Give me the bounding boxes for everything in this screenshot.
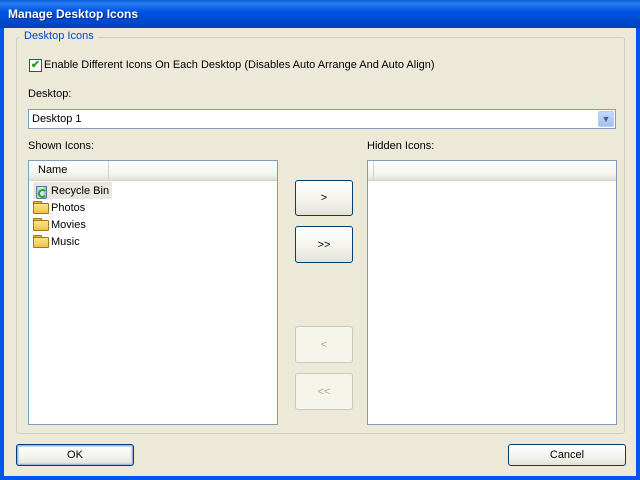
list-item[interactable]: Movies: [33, 216, 89, 233]
enable-different-icons-label[interactable]: Enable Different Icons On Each Desktop (…: [44, 59, 435, 71]
folder-icon: [33, 235, 49, 248]
hidden-icons-label: Hidden Icons:: [367, 140, 435, 152]
chevron-down-icon[interactable]: ▼: [598, 111, 614, 127]
title-bar[interactable]: Manage Desktop Icons: [0, 0, 640, 28]
window-frame-bottom: [0, 476, 640, 480]
list-item-label: Movies: [51, 218, 86, 231]
shown-icons-label: Shown Icons:: [28, 140, 95, 152]
column-header-name[interactable]: Name: [29, 161, 109, 180]
list-item[interactable]: Music: [33, 233, 83, 250]
move-all-left-button[interactable]: <<: [295, 373, 353, 410]
cancel-button[interactable]: Cancel: [508, 444, 626, 466]
recycle-bin-icon: [33, 183, 49, 199]
folder-icon: [33, 218, 49, 231]
enable-different-icons-checkbox[interactable]: ✔: [29, 59, 42, 72]
shown-icons-list[interactable]: Name Recycle Bin Photos Movies Music: [28, 160, 278, 425]
list-item-label: Music: [51, 235, 80, 248]
move-all-right-button[interactable]: >>: [295, 226, 353, 263]
list-item[interactable]: Recycle Bin: [33, 182, 113, 199]
window-frame-left: [0, 28, 4, 480]
ok-button[interactable]: OK: [16, 444, 134, 466]
column-header-empty[interactable]: [368, 161, 374, 180]
checkmark-icon: ✔: [30, 59, 41, 71]
hidden-icons-list[interactable]: [367, 160, 617, 425]
list-header: Name: [29, 161, 277, 181]
window-frame-right: [636, 28, 640, 480]
move-left-button[interactable]: <: [295, 326, 353, 363]
desktop-select[interactable]: Desktop 1 ▼: [28, 109, 616, 129]
desktop-select-value: Desktop 1: [32, 113, 82, 125]
list-item-label: Photos: [51, 201, 86, 214]
window-title: Manage Desktop Icons: [8, 7, 139, 21]
list-header: [368, 161, 616, 181]
folder-icon: [33, 201, 49, 214]
list-item-label: Recycle Bin: [51, 184, 110, 197]
list-item[interactable]: Photos: [33, 199, 88, 216]
groupbox-legend: Desktop Icons: [20, 30, 98, 42]
move-right-button[interactable]: >: [295, 180, 353, 216]
desktop-label: Desktop:: [28, 88, 72, 100]
